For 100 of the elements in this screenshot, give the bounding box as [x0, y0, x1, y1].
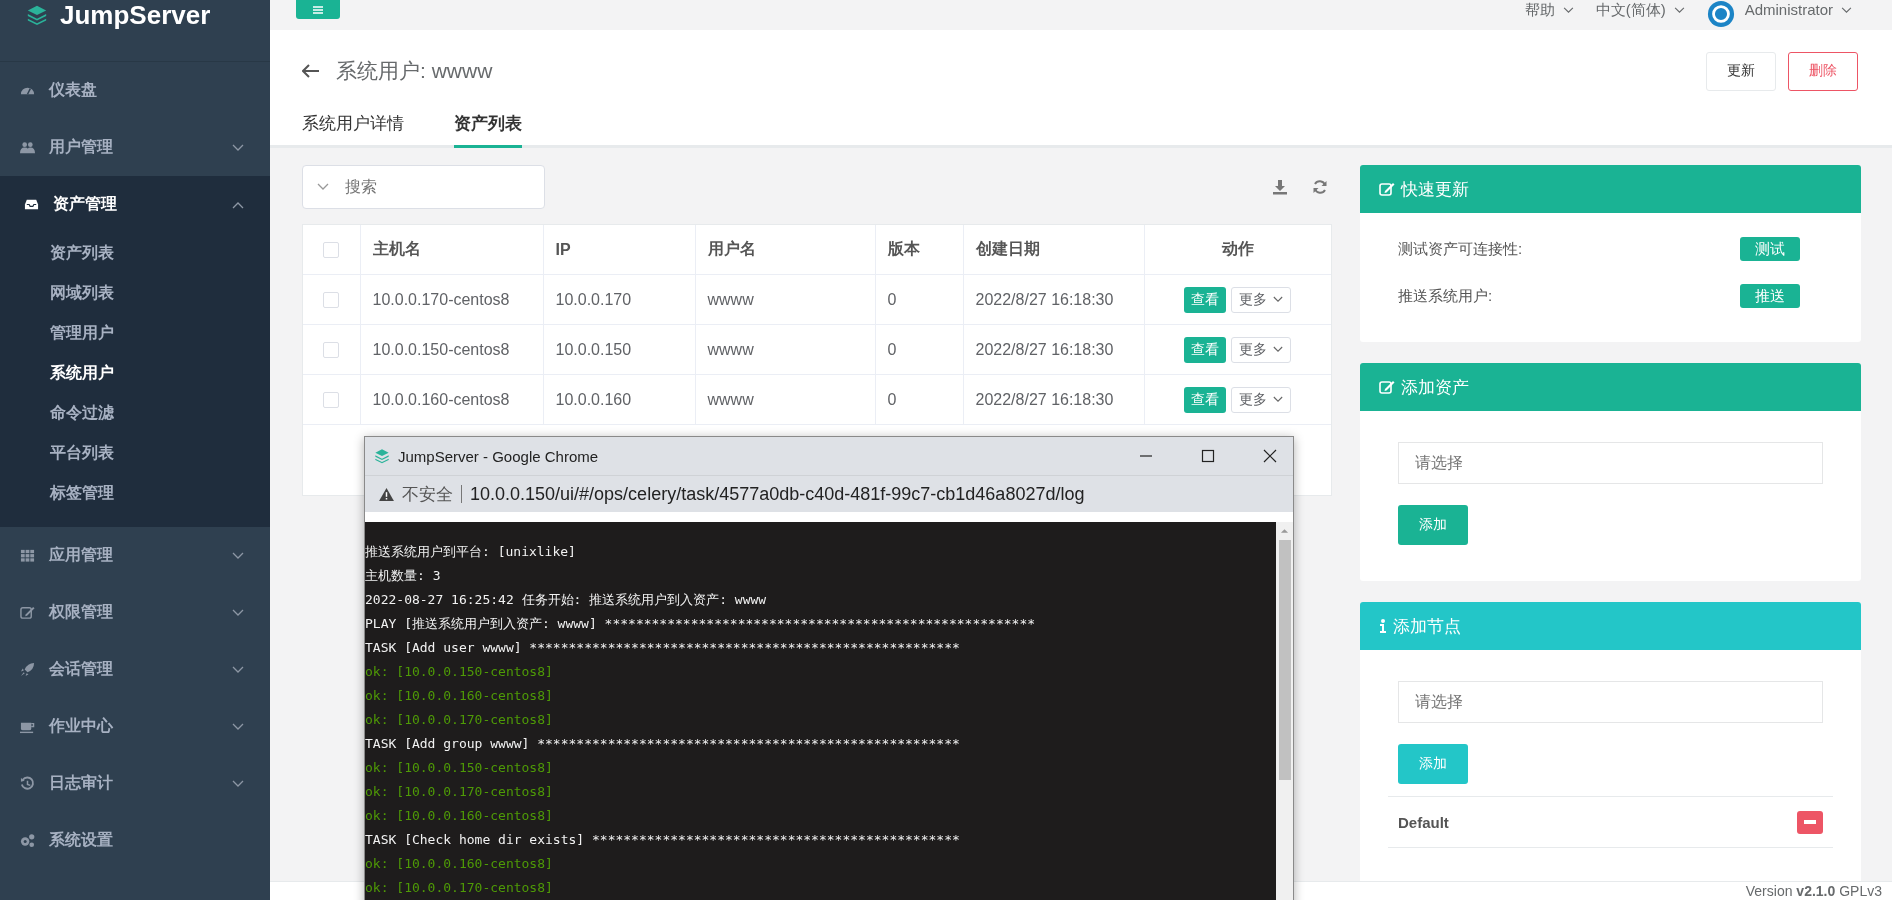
- log-line: ok: [10.0.0.170-centos8]: [365, 879, 554, 897]
- log-line: ok: [10.0.0.160-centos8]: [365, 687, 554, 705]
- remove-button[interactable]: [1797, 810, 1823, 834]
- logo-text: JumpServer: [60, 0, 211, 30]
- sidebar-item[interactable]: 应用管理: [0, 527, 270, 584]
- log-line: TASK [Check home dir exists] ***********************************************: [365, 831, 961, 849]
- history-icon: [20, 776, 35, 791]
- chevron-icon: [232, 200, 244, 209]
- edit-icon: [20, 605, 35, 620]
- checkbox[interactable]: [323, 342, 340, 359]
- update-button[interactable]: 更新: [1706, 51, 1776, 91]
- search-input[interactable]: 搜索: [343, 177, 507, 197]
- close-icon[interactable]: [1263, 449, 1277, 463]
- submenu-item[interactable]: 管理用户: [0, 313, 270, 353]
- view-button[interactable]: 查看: [1184, 336, 1227, 363]
- chevron-icon: [1841, 6, 1852, 14]
- table-cell: 2022/8/27 16:18:30: [975, 290, 1114, 308]
- sidebar-item[interactable]: 用户管理: [0, 119, 270, 176]
- chevron-icon: [1562, 6, 1574, 14]
- sidebar-item[interactable]: 仪表盘: [0, 62, 270, 119]
- logo-icon: [374, 448, 390, 464]
- node-name: Default: [1398, 813, 1449, 831]
- table-cell: 10.0.0.160-centos8: [372, 390, 510, 408]
- submenu-item[interactable]: 命令过滤: [0, 393, 270, 433]
- sidebar-item[interactable]: 作业中心: [0, 698, 270, 755]
- more-button[interactable]: 更多: [1231, 386, 1292, 413]
- refresh-icon[interactable]: [1312, 179, 1328, 195]
- action-label: 推送系统用户:: [1398, 286, 1493, 306]
- delete-button[interactable]: 删除: [1788, 51, 1858, 91]
- sidebar-item[interactable]: 权限管理: [0, 584, 270, 641]
- table-cell: wwww: [707, 290, 754, 308]
- sidebar-item[interactable]: 日志审计: [0, 755, 270, 812]
- submenu-item[interactable]: 网域列表: [0, 273, 270, 313]
- security-label: 不安全: [402, 483, 453, 506]
- action-button[interactable]: 推送: [1740, 284, 1800, 308]
- checkbox[interactable]: [323, 392, 340, 409]
- warning-icon: [379, 487, 394, 501]
- maximize-icon[interactable]: [1201, 449, 1215, 463]
- panel-title: 添加节点: [1393, 615, 1461, 638]
- table-cell: 2022/8/27 16:18:30: [975, 340, 1114, 358]
- inbox-icon: [24, 197, 39, 212]
- chevron-icon: [232, 665, 244, 674]
- scrollbar[interactable]: [1276, 522, 1293, 900]
- column-header: 动作: [1221, 240, 1254, 257]
- log-line: ok: [10.0.0.170-centos8]: [365, 783, 554, 801]
- select-field[interactable]: 请选择: [1398, 681, 1823, 723]
- chevron-icon: [1273, 346, 1284, 353]
- column-header: 版本: [887, 240, 920, 257]
- language-menu[interactable]: 中文(简体): [1595, 1, 1685, 19]
- log-line: ok: [10.0.0.160-centos8]: [365, 807, 554, 825]
- checkbox[interactable]: [323, 292, 340, 309]
- log-line: 主机数量: 3: [365, 567, 442, 585]
- search-field[interactable]: 搜索: [302, 165, 545, 209]
- tab[interactable]: 系统用户详情: [302, 112, 404, 148]
- more-button[interactable]: 更多: [1231, 286, 1292, 313]
- submenu-item[interactable]: 平台列表: [0, 433, 270, 473]
- menu-button[interactable]: [296, 0, 340, 19]
- log-line: ok: [10.0.0.150-centos8]: [365, 759, 554, 777]
- table-cell: 10.0.0.170-centos8: [372, 290, 510, 308]
- checkbox[interactable]: [323, 242, 340, 259]
- chevron-icon: [1273, 296, 1284, 303]
- log-line: TASK [Add user wwww] *******************************************************: [365, 639, 961, 657]
- user-menu[interactable]: Administrator: [1744, 1, 1852, 19]
- menu-icon: [312, 4, 324, 15]
- tab[interactable]: 资产列表: [454, 112, 522, 148]
- sidebar-item[interactable]: 会话管理: [0, 641, 270, 698]
- sidebar-item[interactable]: 系统设置: [0, 812, 270, 869]
- version-text: Version v2.1.0 GPLv3: [1745, 883, 1882, 899]
- chevron-icon: [232, 779, 244, 788]
- edit-icon: [1379, 181, 1395, 197]
- select-field[interactable]: 请选择: [1398, 442, 1823, 484]
- sidebar-item[interactable]: 资产管理: [0, 176, 270, 233]
- page-title: 系统用户: wwww: [336, 58, 493, 84]
- address-url[interactable]: 10.0.0.150/ui/#/ops/celery/task/4577a0db-c40d-481f-99c7-cb1d46a8027d/log: [470, 483, 1085, 505]
- view-button[interactable]: 查看: [1184, 386, 1227, 413]
- chevron-icon: [317, 183, 329, 191]
- window-title: JumpServer - Google Chrome: [398, 447, 600, 465]
- grid-icon: [20, 548, 35, 563]
- table-cell: 0: [887, 390, 897, 408]
- column-header: 用户名: [707, 240, 756, 257]
- action-button[interactable]: 测试: [1740, 237, 1800, 261]
- info-icon: [1379, 618, 1387, 634]
- panel-title: 添加资产: [1401, 376, 1469, 399]
- up-arrow-icon[interactable]: [1280, 528, 1289, 534]
- edit-icon: [1379, 379, 1395, 395]
- panel-title: 快速更新: [1401, 178, 1469, 201]
- download-icon[interactable]: [1272, 179, 1288, 195]
- back-arrow-icon[interactable]: [302, 64, 320, 78]
- view-button[interactable]: 查看: [1184, 286, 1227, 313]
- more-button[interactable]: 更多: [1231, 336, 1292, 363]
- submenu-item[interactable]: 资产列表: [0, 233, 270, 273]
- action-label: 测试资产可连接性:: [1398, 239, 1523, 259]
- submenu-item[interactable]: 系统用户: [0, 353, 270, 393]
- table-cell: wwww: [707, 340, 754, 358]
- gears-icon: [20, 833, 35, 848]
- column-header: 主机名: [372, 240, 421, 257]
- column-header: 创建日期: [975, 240, 1040, 257]
- submenu-item[interactable]: 标签管理: [0, 473, 270, 513]
- add-button[interactable]: 添加: [1398, 505, 1468, 545]
- help-menu[interactable]: 帮助: [1524, 1, 1574, 19]
